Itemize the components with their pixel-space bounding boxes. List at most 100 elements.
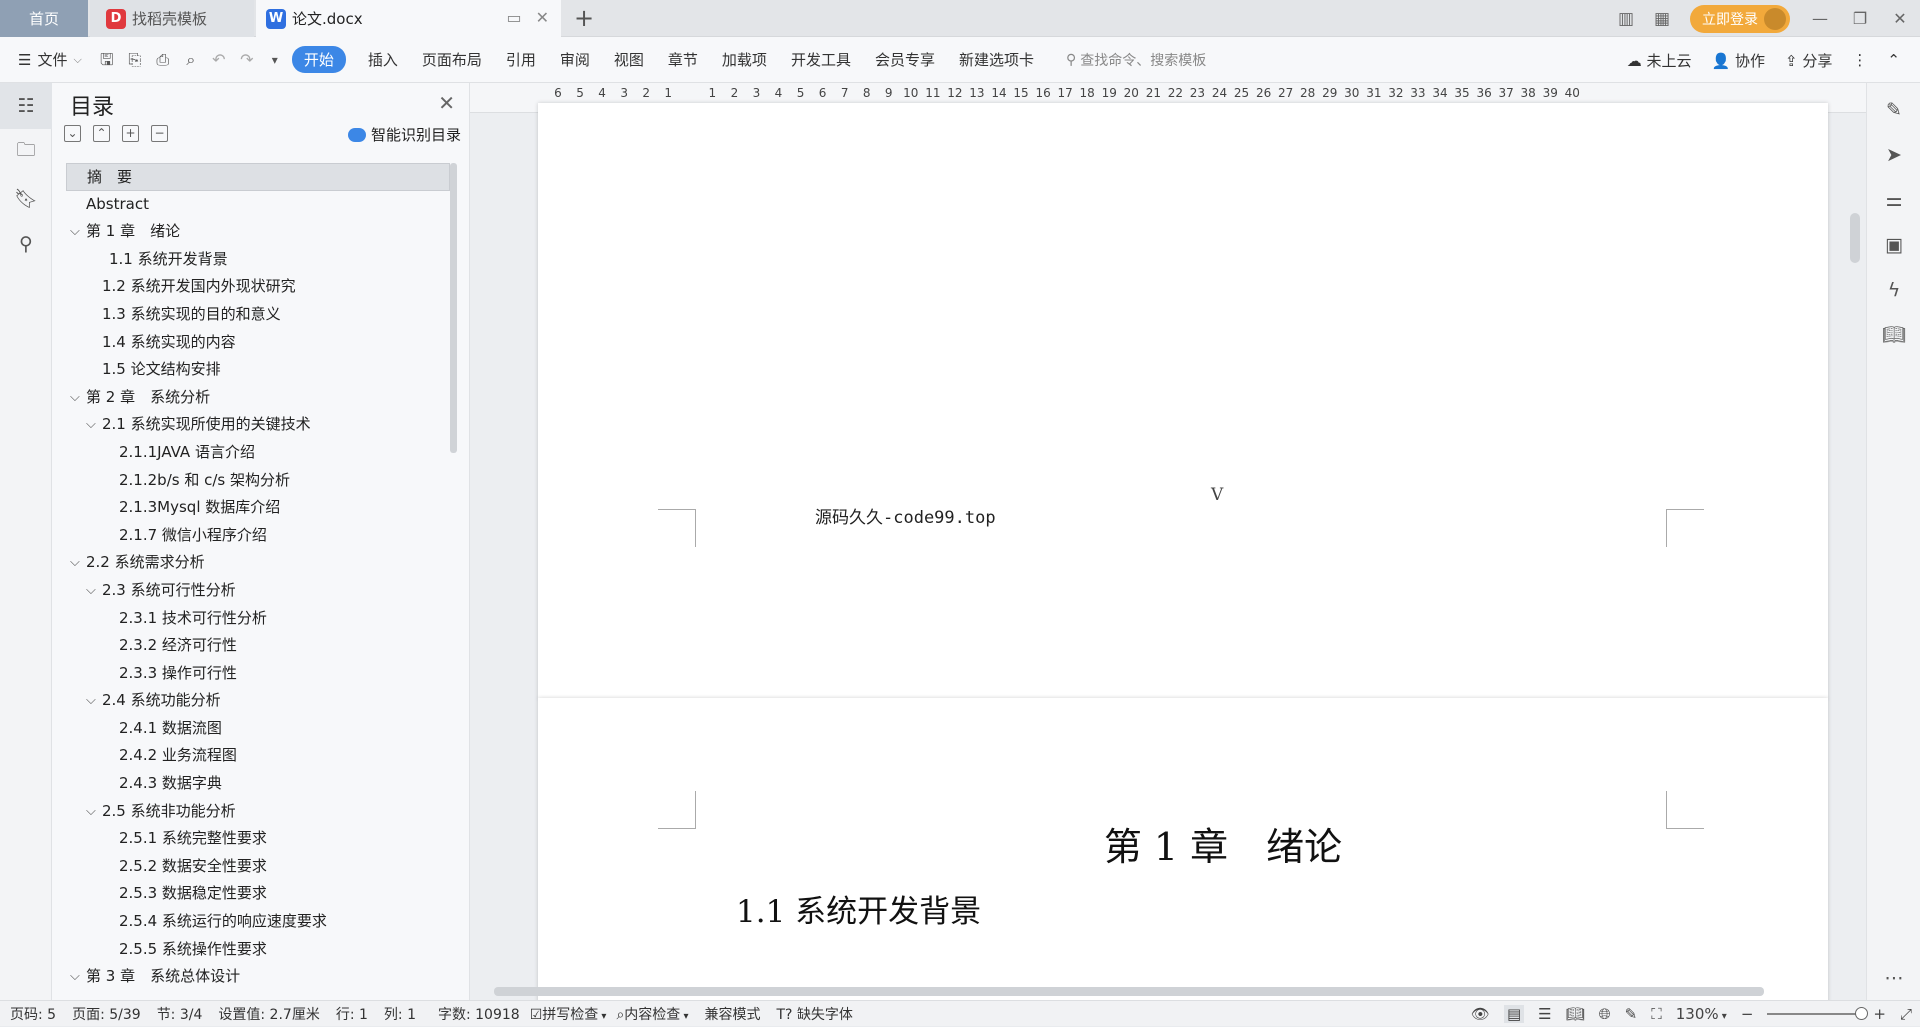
tab-document[interactable]: W 论文.docx ▭ ✕	[256, 0, 561, 37]
share-button[interactable]: ⇪ 分享	[1785, 50, 1832, 71]
toc-item[interactable]: 2.4.3 数据字典	[66, 770, 450, 798]
chapter-nav-icon[interactable]: 🗀	[0, 129, 52, 175]
expand-up-icon[interactable]: ⌃	[93, 125, 110, 142]
minimize-icon[interactable]: —	[1800, 9, 1840, 28]
zoom-slider[interactable]	[1767, 1007, 1869, 1020]
layout-icon[interactable]: ▥	[1615, 8, 1637, 30]
ribbon-tab-chapter[interactable]: 章节	[668, 49, 698, 70]
toc-item[interactable]: ⌵ 第 2 章 系统分析	[66, 384, 450, 412]
toc-item[interactable]: 2.1.1JAVA 语言介绍	[66, 439, 450, 467]
select-cursor-icon[interactable]: ➤	[1867, 132, 1920, 177]
toc-item[interactable]: 1.1 系统开发背景	[66, 246, 450, 274]
zoom-slider-knob[interactable]	[1855, 1007, 1869, 1020]
status-page[interactable]: 页面: 5/39	[72, 1004, 141, 1024]
toc-item[interactable]: Abstract	[66, 191, 450, 219]
toc-item[interactable]: ⌵ 2.2 系统需求分析	[66, 549, 450, 577]
zoom-level[interactable]: 130% ▾	[1676, 1005, 1727, 1023]
ribbon-tab-addins[interactable]: 加载项	[722, 49, 767, 70]
toc-item[interactable]: 2.5.2 数据安全性要求	[66, 853, 450, 881]
ribbon-tab-view[interactable]: 视图	[614, 49, 644, 70]
zoom-out-icon[interactable]: −	[1741, 1005, 1754, 1023]
toc-scrollbar[interactable]	[450, 163, 457, 453]
tab-templates[interactable]: D 找稻壳模板	[90, 0, 254, 37]
document-page[interactable]: V 源码久久-code99.top	[538, 103, 1828, 699]
lightning-icon[interactable]: ϟ	[1867, 267, 1920, 312]
export-pdf-icon[interactable]: ⎘	[124, 49, 146, 71]
content-check-button[interactable]: ⌕内容检查 ▾	[616, 1004, 688, 1024]
vertical-scrollbar[interactable]	[1846, 113, 1864, 973]
fit-page-icon[interactable]: ⛶	[1651, 1005, 1662, 1023]
toc-item[interactable]: 2.3.2 经济可行性	[66, 632, 450, 660]
toc-item[interactable]: 2.5.5 系统操作性要求	[66, 936, 450, 964]
toc-item[interactable]: 1.2 系统开发国内外现状研究	[66, 273, 450, 301]
collapse-ribbon-icon[interactable]: ⌃	[1887, 51, 1900, 69]
pen-icon[interactable]: ✎	[1625, 1005, 1638, 1023]
ribbon-tab-review[interactable]: 审阅	[560, 49, 590, 70]
more-menu-icon[interactable]: ⋮	[1852, 51, 1867, 69]
toc-item[interactable]: ⌵ 2.5 系统非功能分析	[66, 798, 450, 826]
web-view-icon[interactable]: 🌐︎	[1599, 1005, 1611, 1023]
toc-item[interactable]: 1.3 系统实现的目的和意义	[66, 301, 450, 329]
toc-item[interactable]: 2.4.2 业务流程图	[66, 742, 450, 770]
restore-icon[interactable]: ❐	[1840, 9, 1880, 28]
add-heading-icon[interactable]: +	[122, 125, 139, 142]
toc-item[interactable]: ⌵ 2.1 系统实现所使用的关键技术	[66, 411, 450, 439]
undo-icon[interactable]: ↶	[208, 49, 230, 71]
chevron-down-icon[interactable]: ⌵	[86, 577, 96, 605]
status-words[interactable]: 字数: 10918	[438, 1004, 520, 1024]
print-preview-icon[interactable]: ⌕	[180, 49, 202, 71]
fullscreen-icon[interactable]: ⤢	[1900, 1005, 1912, 1023]
toc-item[interactable]: ⌵ 第 1 章 绪论	[66, 218, 450, 246]
file-menu[interactable]: ☰ 文件 ⌵	[18, 49, 82, 70]
tab-home[interactable]: 首页	[0, 0, 88, 37]
toc-item[interactable]: 1.5 论文结构安排	[66, 356, 450, 384]
missing-font-button[interactable]: T? 缺失字体	[777, 1004, 853, 1024]
ribbon-tab-insert[interactable]: 插入	[368, 49, 398, 70]
toc-item[interactable]: ⌵ 2.3 系统可行性分析	[66, 577, 450, 605]
document-page[interactable]: 第 1 章 绪论 1.1 系统开发背景	[538, 698, 1828, 1000]
pen-edit-icon[interactable]: ✎	[1867, 87, 1920, 132]
cloud-status-button[interactable]: ☁ 未上云	[1627, 50, 1692, 71]
toc-item[interactable]: 2.4.1 数据流图	[66, 715, 450, 743]
ribbon-tab-references[interactable]: 引用	[506, 49, 536, 70]
ribbon-tab-member[interactable]: 会员专享	[875, 49, 935, 70]
page-view-icon[interactable]: ▤	[1503, 1005, 1525, 1023]
vertical-scroll-thumb[interactable]	[1850, 213, 1860, 263]
apps-grid-icon[interactable]: ▦	[1651, 8, 1673, 30]
toc-item[interactable]: 2.1.7 微信小程序介绍	[66, 522, 450, 550]
chevron-down-icon[interactable]: ⌵	[70, 963, 80, 991]
customize-quick-access-icon[interactable]: ▾	[264, 49, 286, 71]
ribbon-tab-developer[interactable]: 开发工具	[791, 49, 851, 70]
ribbon-tab-layout[interactable]: 页面布局	[422, 49, 482, 70]
print-icon[interactable]: ⎙	[152, 49, 174, 71]
toc-item[interactable]: 2.3.3 操作可行性	[66, 660, 450, 688]
toc-item[interactable]: 2.5.1 系统完整性要求	[66, 825, 450, 853]
pin-tab-icon[interactable]: ▭	[506, 8, 521, 27]
new-tab-button[interactable]: +	[574, 4, 594, 32]
toc-item[interactable]: 1.4 系统实现的内容	[66, 329, 450, 357]
chevron-down-icon[interactable]: ⌵	[86, 798, 96, 826]
reading-view-icon[interactable]: 📖︎	[1566, 1005, 1585, 1023]
ribbon-tab-new[interactable]: 新建选项卡	[959, 49, 1034, 70]
bookmark-icon[interactable]: 🔖︎	[0, 175, 52, 221]
adjust-icon[interactable]: ⚌	[1867, 177, 1920, 222]
toc-item[interactable]: ⌵ 2.4 系统功能分析	[66, 687, 450, 715]
command-search[interactable]: ⚲ 查找命令、搜索模板	[1066, 50, 1206, 70]
toc-item[interactable]: 2.1.2b/s 和 c/s 架构分析	[66, 467, 450, 495]
close-window-icon[interactable]: ✕	[1880, 9, 1920, 28]
close-tab-icon[interactable]: ✕	[536, 8, 549, 27]
collab-button[interactable]: 👤 协作	[1712, 50, 1765, 71]
zoom-in-icon[interactable]: +	[1873, 1005, 1886, 1023]
outline-view-icon[interactable]: ☰	[1538, 1005, 1551, 1023]
toc-item[interactable]: 2.1.3Mysql 数据库介绍	[66, 494, 450, 522]
toc-item[interactable]: 2.5.3 数据稳定性要求	[66, 880, 450, 908]
toc-panel-icon[interactable]: ☷	[0, 83, 52, 129]
chevron-down-icon[interactable]: ⌵	[70, 549, 80, 577]
chevron-down-icon[interactable]: ⌵	[70, 218, 80, 246]
close-icon[interactable]: ✕	[438, 91, 455, 115]
book-icon[interactable]: 📖︎	[1867, 312, 1920, 357]
smart-toc-button[interactable]: 智能识别目录	[347, 124, 461, 145]
login-button[interactable]: 立即登录	[1690, 4, 1790, 33]
status-page-code[interactable]: 页码: 5	[10, 1004, 56, 1024]
chevron-down-icon[interactable]: ⌵	[86, 411, 96, 439]
